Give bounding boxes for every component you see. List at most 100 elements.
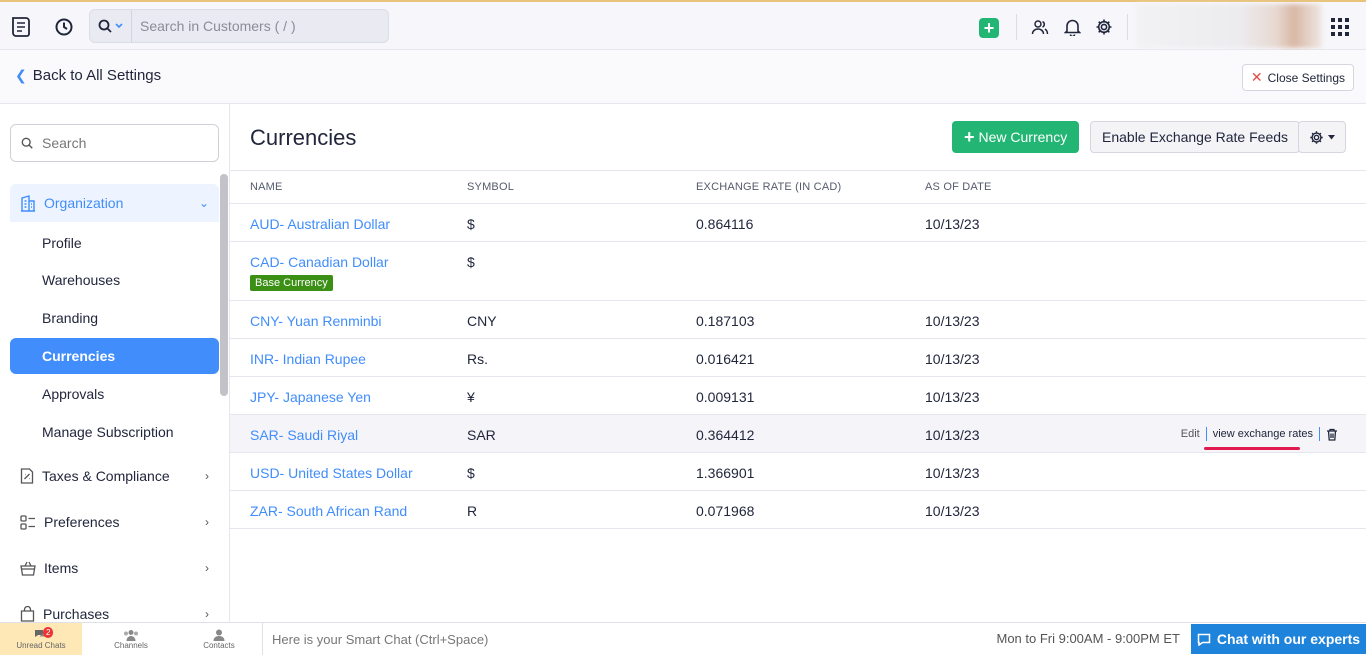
sidebar-group-label: Organization xyxy=(44,195,124,211)
trash-icon[interactable] xyxy=(1326,428,1338,441)
currency-name-link[interactable]: USD- United States Dollar xyxy=(250,465,413,481)
sidebar-item-manage-subscription[interactable]: Manage Subscription xyxy=(10,414,219,450)
currency-name-link[interactable]: CNY- Yuan Renminbi xyxy=(250,313,382,329)
chat-with-experts-button[interactable]: Chat with our experts xyxy=(1191,624,1366,654)
currency-name-link[interactable]: SAR- Saudi Riyal xyxy=(250,427,358,443)
add-icon[interactable]: + xyxy=(979,18,999,38)
view-exchange-rates-link[interactable]: view exchange rates xyxy=(1213,428,1313,440)
history-icon[interactable] xyxy=(52,15,76,39)
column-header-symbol[interactable]: SYMBOL xyxy=(467,181,514,193)
users-icon[interactable] xyxy=(1030,17,1050,37)
chat-with-experts-label: Chat with our experts xyxy=(1216,631,1361,647)
table-header: NAME SYMBOL EXCHANGE RATE (IN CAD) AS OF… xyxy=(230,170,1366,204)
settings-menu-button[interactable] xyxy=(1298,121,1346,153)
search-input[interactable]: Search in Customers ( / ) xyxy=(132,18,296,34)
chevron-down-icon xyxy=(115,23,123,29)
caret-down-icon xyxy=(1328,134,1335,139)
exchange-rate: 0.187103 xyxy=(696,313,755,329)
sidebar-item-warehouses[interactable]: Warehouses xyxy=(10,262,219,298)
table-row[interactable]: INR- Indian Rupee Rs. 0.016421 10/13/23 xyxy=(230,339,1366,377)
currency-name-link[interactable]: ZAR- South African Rand xyxy=(250,503,407,519)
new-currency-button[interactable]: + New Currency xyxy=(952,121,1080,153)
sidebar-item-profile[interactable]: Profile xyxy=(10,225,219,261)
divider xyxy=(1016,14,1017,40)
plus-icon: + xyxy=(964,126,975,147)
close-settings-label: Close Settings xyxy=(1267,70,1345,85)
sidebar-item-branding[interactable]: Branding xyxy=(10,300,219,336)
unread-chats-label: Unread Chats xyxy=(16,640,66,650)
close-settings-button[interactable]: ✕ Close Settings xyxy=(1241,64,1354,91)
column-header-exchange-rate[interactable]: EXCHANGE RATE (IN CAD) xyxy=(696,181,841,193)
building-icon xyxy=(21,194,35,212)
sidebar-group-purchases[interactable]: Purchases › xyxy=(10,595,219,622)
support-hours: Mon to Fri 9:00AM - 9:00PM ET xyxy=(996,631,1180,646)
page-title: Currencies xyxy=(250,125,357,150)
gear-icon[interactable] xyxy=(1094,17,1114,37)
column-header-name[interactable]: NAME xyxy=(250,181,283,193)
table-row[interactable]: JPY- Japanese Yen ¥ 0.009131 10/13/23 xyxy=(230,377,1366,415)
search-icon xyxy=(98,19,112,33)
chat-icon xyxy=(1197,633,1211,646)
as-of-date: 10/13/23 xyxy=(925,313,980,329)
table-row[interactable]: USD- United States Dollar $ 1.366901 10/… xyxy=(230,453,1366,491)
sidebar-group-taxes[interactable]: Taxes & Compliance › xyxy=(10,457,219,495)
contacts-tab[interactable]: Contacts xyxy=(178,623,260,655)
chevron-down-icon: ⌄ xyxy=(198,196,209,210)
sidebar-group-preferences[interactable]: Preferences › xyxy=(10,503,219,541)
app-logo-icon[interactable] xyxy=(8,14,34,40)
bell-icon[interactable] xyxy=(1062,17,1082,37)
currency-symbol: SAR xyxy=(467,427,496,443)
basket-icon xyxy=(20,561,36,576)
sidebar-group-organization[interactable]: Organization ⌄ xyxy=(10,184,219,222)
base-currency-badge: Base Currency xyxy=(250,275,333,291)
sidebar-search-input[interactable]: Search xyxy=(10,124,219,162)
chevron-right-icon: › xyxy=(205,469,209,483)
apps-grid-icon[interactable] xyxy=(1329,16,1351,38)
sidebar-search-placeholder: Search xyxy=(42,135,87,151)
currency-name-link[interactable]: JPY- Japanese Yen xyxy=(250,389,371,405)
table-row[interactable]: AUD- Australian Dollar $ 0.864116 10/13/… xyxy=(230,204,1366,242)
as-of-date: 10/13/23 xyxy=(925,389,980,405)
gear-icon xyxy=(1310,130,1323,144)
currency-symbol: ¥ xyxy=(467,389,475,405)
exchange-rate: 1.366901 xyxy=(696,465,755,481)
sidebar-group-label: Purchases xyxy=(43,606,110,622)
table-row[interactable]: CAD- Canadian Dollar Base Currency $ xyxy=(230,242,1366,301)
top-bar: Search in Customers ( / ) + xyxy=(0,0,1366,50)
sidebar-group-items[interactable]: Items › xyxy=(10,549,219,587)
unread-count-badge: 2 xyxy=(43,627,54,638)
as-of-date: 10/13/23 xyxy=(925,427,980,443)
sidebar-group-label: Preferences xyxy=(44,514,120,530)
exchange-rate: 0.016421 xyxy=(696,351,755,367)
global-search[interactable]: Search in Customers ( / ) xyxy=(89,9,389,43)
currency-name-link[interactable]: INR- Indian Rupee xyxy=(250,351,366,367)
person-icon xyxy=(213,629,225,641)
table-row[interactable]: CNY- Yuan Renminbi CNY 0.187103 10/13/23 xyxy=(230,301,1366,339)
channels-tab[interactable]: Channels xyxy=(90,623,172,655)
as-of-date: 10/13/23 xyxy=(925,465,980,481)
sidebar-item-currencies[interactable]: Currencies xyxy=(10,338,219,374)
sidebar-item-approvals[interactable]: Approvals xyxy=(10,376,219,412)
back-to-settings-link[interactable]: ❮ Back to All Settings xyxy=(15,67,161,84)
exchange-rate: 0.071968 xyxy=(696,503,755,519)
currency-symbol: R xyxy=(467,503,478,519)
edit-link[interactable]: Edit xyxy=(1181,428,1200,440)
avatar[interactable] xyxy=(1136,4,1322,48)
unread-chats-tab[interactable]: Unread Chats 2 xyxy=(0,623,82,655)
search-scope-dropdown[interactable] xyxy=(90,10,132,42)
exchange-rate: 0.864116 xyxy=(696,216,754,232)
currency-symbol: Rs. xyxy=(467,351,488,367)
currency-name-link[interactable]: AUD- Australian Dollar xyxy=(250,216,390,232)
chat-bar: Unread Chats 2 Channels Contacts Here is… xyxy=(0,622,1366,655)
search-icon xyxy=(21,137,33,149)
shopping-bag-icon xyxy=(20,606,35,622)
exchange-rate: 0.364412 xyxy=(696,427,755,443)
column-header-as-of-date[interactable]: AS OF DATE xyxy=(925,181,992,193)
preferences-icon xyxy=(20,514,35,530)
currency-name-link[interactable]: CAD- Canadian Dollar xyxy=(250,254,389,270)
enable-exchange-rate-feeds-button[interactable]: Enable Exchange Rate Feeds xyxy=(1090,121,1301,153)
sidebar-scrollbar[interactable] xyxy=(220,174,228,396)
table-row[interactable]: SAR- Saudi Riyal SAR 0.364412 10/13/23 E… xyxy=(230,415,1366,453)
as-of-date: 10/13/23 xyxy=(925,503,980,519)
table-row[interactable]: ZAR- South African Rand R 0.071968 10/13… xyxy=(230,491,1366,529)
